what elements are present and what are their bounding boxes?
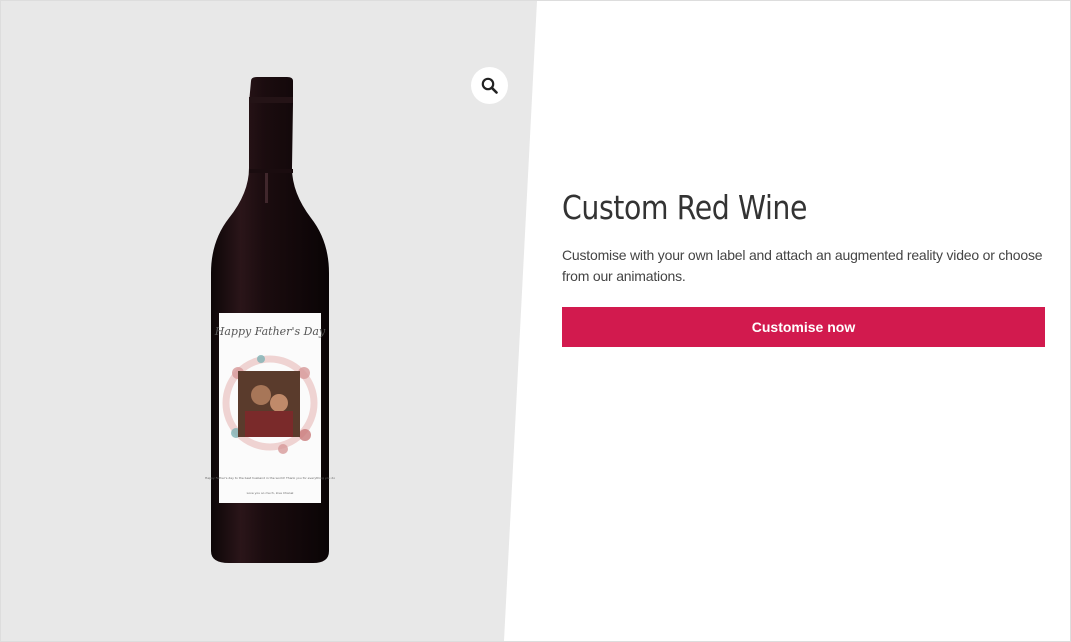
- customise-now-button[interactable]: Customise now: [562, 307, 1045, 347]
- product-image[interactable]: Happy Father's Day Happy Father's day to…: [201, 73, 341, 569]
- label-signoff: Love you so much, love Chanel: [247, 491, 294, 495]
- label-title: Happy Father's Day: [214, 325, 326, 338]
- product-page: Happy Father's Day Happy Father's day to…: [0, 0, 1071, 642]
- magnifier-icon: [481, 77, 498, 94]
- label-message: Happy Father's day to the best husband i…: [205, 476, 335, 480]
- product-description: Customise with your own label and attach…: [562, 247, 1043, 284]
- product-title: Custom Red Wine: [562, 188, 808, 227]
- zoom-button[interactable]: [471, 67, 508, 104]
- product-summary: Custom Red Wine Customise with your own …: [562, 187, 1046, 347]
